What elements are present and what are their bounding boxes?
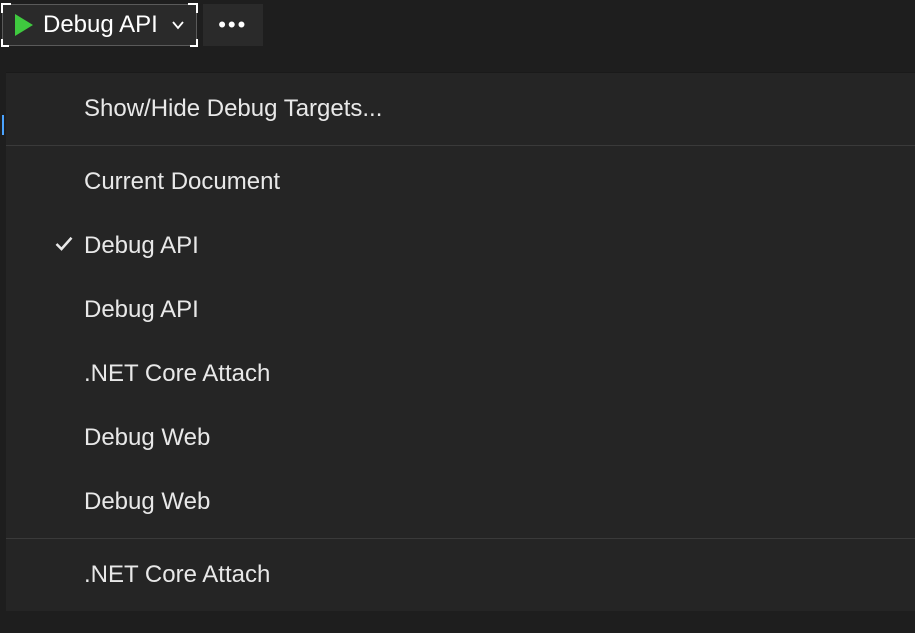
more-options-button[interactable]: •••	[203, 4, 263, 46]
menu-item-label: Debug API	[84, 296, 199, 324]
toolbar: Debug API •••	[0, 0, 915, 48]
menu-item-net-core-attach-2[interactable]: .NET Core Attach	[6, 543, 915, 607]
menu-item-label: .NET Core Attach	[84, 561, 270, 589]
menu-section-bottom: .NET Core Attach	[6, 539, 915, 611]
menu-section-top: Show/Hide Debug Targets...	[6, 73, 915, 145]
debug-targets-dropdown: Show/Hide Debug Targets... Current Docum…	[6, 72, 915, 611]
menu-item-debug-web-1[interactable]: Debug Web	[6, 406, 915, 470]
chevron-down-icon[interactable]	[170, 17, 186, 33]
menu-item-current-document[interactable]: Current Document	[6, 150, 915, 214]
menu-section-targets: Current Document Debug API Debug API .NE…	[6, 146, 915, 538]
menu-item-label: Current Document	[84, 168, 280, 196]
menu-item-label: Debug Web	[84, 488, 210, 516]
debug-start-button[interactable]: Debug API	[2, 4, 197, 46]
check-icon	[54, 234, 74, 259]
menu-item-net-core-attach-1[interactable]: .NET Core Attach	[6, 342, 915, 406]
menu-item-debug-api-1[interactable]: Debug API	[6, 214, 915, 278]
menu-item-debug-api-2[interactable]: Debug API	[6, 278, 915, 342]
ellipsis-icon: •••	[218, 14, 247, 36]
menu-item-show-hide-targets[interactable]: Show/Hide Debug Targets...	[6, 77, 915, 141]
menu-item-label: Show/Hide Debug Targets...	[84, 95, 382, 123]
menu-item-debug-web-2[interactable]: Debug Web	[6, 470, 915, 534]
check-cell	[44, 234, 84, 259]
play-icon	[15, 14, 33, 36]
menu-item-label: Debug API	[84, 232, 199, 260]
menu-item-label: Debug Web	[84, 424, 210, 452]
menu-item-label: .NET Core Attach	[84, 360, 270, 388]
debug-target-label: Debug API	[43, 11, 170, 39]
